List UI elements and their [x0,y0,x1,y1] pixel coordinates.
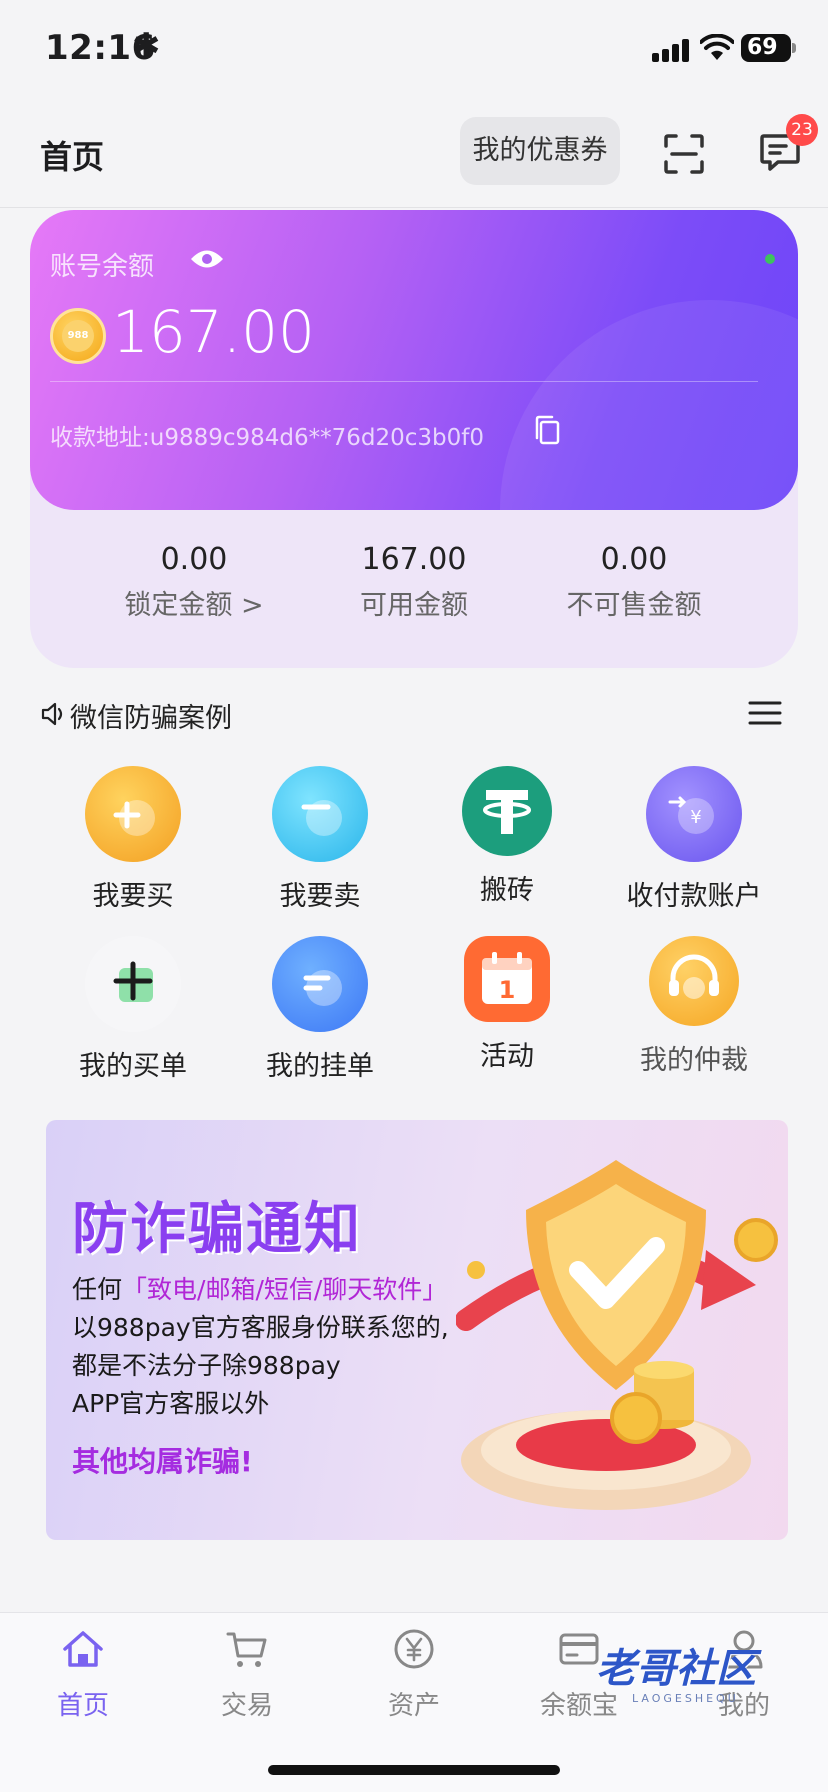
page-title: 首页 [40,138,105,176]
tether-icon [462,766,552,856]
tab-home[interactable]: 首页 [23,1627,143,1722]
card-divider [50,381,758,382]
grid-item-buy[interactable]: 我要买 [48,766,218,913]
banner-line-1: 任何「致电/邮箱/短信/聊天软件」 [72,1270,447,1306]
online-status-dot [765,254,775,264]
svg-text:1: 1 [499,976,516,1004]
buy-order-icon [85,936,181,1032]
notice-row[interactable]: 微信防骗案例 [40,692,788,738]
grid-label: 我的挂单 [266,1051,374,1082]
stat-value: 0.00 [160,542,228,577]
svg-text:¥: ¥ [690,807,701,828]
banner-line-5: 其他均属诈骗! [72,1445,253,1478]
signal-icon [652,38,692,62]
grid-item-arbitrage[interactable]: 搬砖 [422,766,592,907]
grid-label: 我要买 [92,881,174,912]
notice-text: 微信防骗案例 [70,703,232,734]
home-icon [63,1631,103,1667]
banner-line-4: APP官方客服以外 [72,1389,270,1418]
grid-item-sell[interactable]: 我要卖 [235,766,405,913]
card-glow [500,300,798,510]
grid-item-my-listings[interactable]: 我的挂单 [235,936,405,1083]
shield-illustration-icon [456,1160,778,1510]
status-star: ✱ [132,26,161,66]
tab-label: 资产 [387,1691,440,1721]
plus-circle-icon [85,766,181,862]
grid-item-my-buy-orders[interactable]: 我的买单 [48,936,218,1083]
balance-panel: 账号余额 988 167.00 收款地址:u9889c984d6**76d20c… [30,210,798,668]
grid-item-activity[interactable]: 1 活动 [422,936,592,1073]
list-order-icon [272,936,368,1032]
message-badge: 23 [786,114,818,146]
exchange-icon: ¥ [646,766,742,862]
wifi-icon [700,34,734,60]
stat-value: 0.00 [600,542,668,577]
grid-label: 收付款账户 [626,881,762,912]
banner-line-1-highlight: 「致电/邮箱/短信/聊天软件」 [122,1275,448,1304]
battery-indicator: 69 [741,34,791,62]
calendar-icon: 1 [464,936,550,1022]
balance-label: 账号余额 [50,252,155,282]
stat-value: 167.00 [361,542,467,577]
support-headset-icon [649,936,739,1026]
stat-label: 不可售金额 [566,590,702,621]
receive-address: 收款地址:u9889c984d6**76d20c3b0f0 [50,425,485,451]
eye-icon[interactable] [190,248,224,270]
stat-available: 167.00 可用金额 [304,542,524,622]
menu-icon[interactable] [748,700,782,726]
tab-label: 交易 [220,1691,273,1721]
grid-label: 活动 [480,1041,534,1072]
coin-icon: 988 [50,308,106,364]
balance-amount: 167.00 [112,298,315,366]
stat-unsellable: 0.00 不可售金额 [524,542,744,622]
minus-circle-icon [272,766,368,862]
banner-title: 防诈骗通知 [72,1197,362,1262]
grid-item-payment-accounts[interactable]: ¥ 收付款账户 [609,766,779,913]
banner-line-1-prefix: 任何 [72,1275,123,1304]
stat-label: 锁定金额 > [124,590,264,621]
stat-label: 可用金额 [360,590,468,621]
banner-line-2: 以988pay官方客服身份联系您的, [72,1313,449,1342]
status-bar: 12:16 ✱ 69 [0,0,828,100]
balance-card: 账号余额 988 167.00 收款地址:u9889c984d6**76d20c… [30,210,798,510]
header-divider [0,207,828,208]
wallet-card-icon [559,1633,599,1665]
battery-nub [792,43,796,53]
banner-line-3: 都是不法分子除988pay [72,1351,341,1380]
stat-locked[interactable]: 0.00 锁定金额 > [84,542,304,622]
scan-icon[interactable] [660,130,708,178]
tab-trade[interactable]: 交易 [187,1627,307,1722]
watermark-logo: 老哥社区 [596,1646,756,1692]
copy-icon[interactable] [532,414,562,446]
top-header: 首页 我的优惠券 23 [0,100,828,208]
speaker-icon [41,702,63,726]
cart-icon [226,1632,267,1667]
watermark-subtext: LAOGESHEQU [632,1692,739,1705]
grid-label: 我要卖 [279,881,361,912]
yuan-icon [394,1629,434,1669]
grid-item-arbitration[interactable]: 我的仲裁 [609,936,779,1077]
anti-fraud-banner[interactable]: 防诈骗通知 任何「致电/邮箱/短信/聊天软件」 以988pay官方客服身份联系您… [46,1120,788,1540]
grid-label: 我的仲裁 [640,1045,748,1076]
tab-assets[interactable]: 资产 [354,1627,474,1722]
home-indicator[interactable] [268,1765,560,1775]
tab-label: 首页 [56,1691,109,1721]
my-coupons-button[interactable]: 我的优惠券 [460,117,620,185]
grid-label: 我的买单 [79,1051,187,1082]
grid-label: 搬砖 [480,875,534,906]
